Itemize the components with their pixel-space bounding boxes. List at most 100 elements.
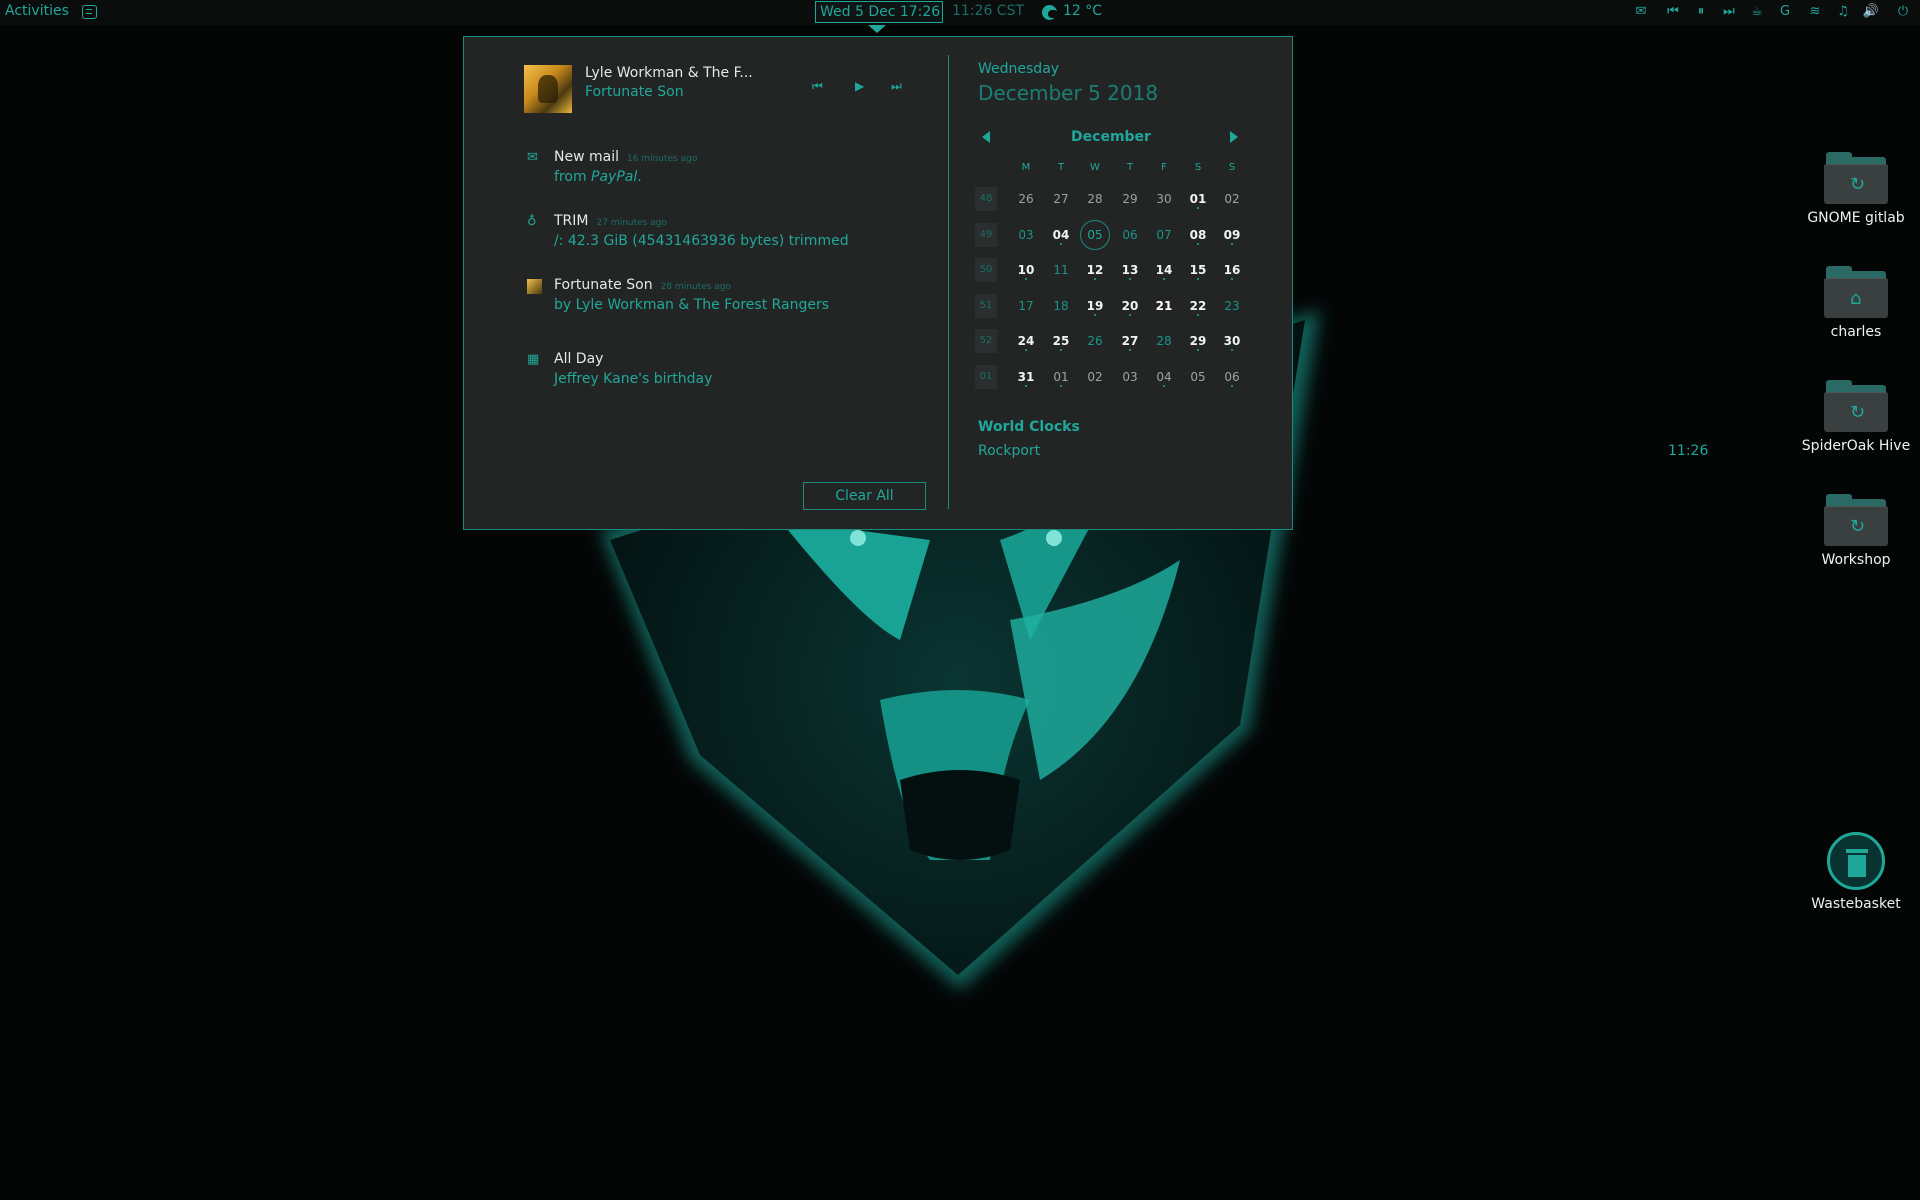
calendar-day[interactable]: 02 xyxy=(1078,360,1112,394)
world-clocks-title[interactable]: World Clocks xyxy=(978,419,1080,435)
app-menu-icon[interactable] xyxy=(82,5,97,19)
album-art-icon xyxy=(527,279,542,294)
calendar-day[interactable]: 29 xyxy=(1113,182,1147,216)
calendar-day[interactable]: 06 xyxy=(1113,218,1147,252)
calendar-day[interactable]: 17 xyxy=(1009,289,1043,323)
desktop-icon-spideroak-hive[interactable]: ↻ SpiderOak Hive xyxy=(1791,380,1920,454)
next-month-icon[interactable] xyxy=(1230,131,1238,143)
event-dot xyxy=(1231,384,1233,387)
calendar-month: December xyxy=(1071,129,1151,145)
calendar-day[interactable]: 22 xyxy=(1181,289,1215,323)
volume-icon[interactable]: 🔊 xyxy=(1862,4,1880,19)
calendar-day[interactable]: 03 xyxy=(1009,218,1043,252)
event-all-day[interactable]: ▦ All Day Jeffrey Kane's birthday xyxy=(464,351,934,399)
calendar-weekday: Wednesday xyxy=(978,61,1060,77)
calendar-day[interactable]: 08 xyxy=(1181,218,1215,252)
calendar-day-number: 23 xyxy=(1224,298,1240,313)
calendar-day[interactable]: 23 xyxy=(1215,289,1249,323)
calendar-day[interactable]: 15 xyxy=(1181,253,1215,287)
g-logo-icon[interactable]: G xyxy=(1776,4,1794,19)
calendar-day-number: 05 xyxy=(1087,227,1103,242)
calendar-day-number: 09 xyxy=(1223,227,1241,242)
desktop-icon-label: Wastebasket xyxy=(1811,896,1901,912)
next-track-button[interactable]: ⏭ xyxy=(891,79,902,94)
calendar-day[interactable]: 18 xyxy=(1044,289,1078,323)
date-time-menu[interactable]: Wed 5 Dec 17:26 xyxy=(815,1,943,23)
weather-temperature[interactable]: 12 °C xyxy=(1063,3,1102,19)
notification-new-mail[interactable]: ✉ New mail 16 minutes ago from PayPal. xyxy=(464,149,934,197)
clear-all-button[interactable]: Clear All xyxy=(803,482,926,510)
calendar-day-number: 30 xyxy=(1223,334,1241,348)
calendar-day[interactable]: 06 xyxy=(1215,360,1249,394)
desktop-icon-charles[interactable]: ⌂ charles xyxy=(1791,266,1920,340)
calendar-day[interactable]: 01 xyxy=(1044,360,1078,394)
calendar-day[interactable]: 07 xyxy=(1147,218,1181,252)
calendar-day[interactable]: 05 xyxy=(1078,218,1112,252)
notification-bell-icon[interactable]: ♫ xyxy=(1834,4,1852,19)
calendar-day-number: 31 xyxy=(1017,369,1035,384)
world-clock-city[interactable]: Rockport xyxy=(978,443,1040,459)
calendar-day[interactable]: 14 xyxy=(1147,253,1181,287)
pause-icon[interactable]: ⏸ xyxy=(1692,4,1710,19)
calendar-day[interactable]: 04 xyxy=(1044,218,1078,252)
calendar-day[interactable]: 21 xyxy=(1147,289,1181,323)
event-dot xyxy=(1197,349,1199,351)
desktop-icon-gnome-gitlab[interactable]: ↻ GNOME gitlab xyxy=(1791,152,1920,226)
event-dot xyxy=(1129,313,1131,316)
calendar-day-number: 21 xyxy=(1155,298,1173,313)
calendar-day-number: 25 xyxy=(1052,334,1070,348)
calendar-day[interactable]: 20 xyxy=(1113,289,1147,323)
calendar-day[interactable]: 03 xyxy=(1113,360,1147,394)
calendar-day[interactable]: 16 xyxy=(1215,253,1249,287)
calendar-day-number: 20 xyxy=(1121,298,1139,313)
calendar-day[interactable]: 30 xyxy=(1147,182,1181,216)
calendar-day[interactable]: 27 xyxy=(1044,182,1078,216)
calendar-day[interactable]: 02 xyxy=(1215,182,1249,216)
calendar-day[interactable]: 13 xyxy=(1113,253,1147,287)
calendar-day[interactable]: 25 xyxy=(1044,324,1078,358)
weather-cloud-icon[interactable] xyxy=(1042,5,1058,20)
previous-track-button[interactable]: ⏮ xyxy=(812,79,823,94)
desktop-icon-workshop[interactable]: ↻ Workshop xyxy=(1791,494,1920,568)
day-header: S xyxy=(1194,162,1202,173)
event-dot xyxy=(1094,278,1096,280)
calendar-day[interactable]: 11 xyxy=(1044,253,1078,287)
calendar-week-row: 51 17 18 19 20 21 22 23 xyxy=(975,289,1240,324)
coffee-cup-icon[interactable]: ☕ xyxy=(1748,4,1766,19)
skip-forward-icon[interactable]: ⏭ xyxy=(1720,4,1738,19)
calendar-day[interactable]: 28 xyxy=(1147,324,1181,358)
calendar-day[interactable]: 10 xyxy=(1009,253,1043,287)
calendar-day[interactable]: 27 xyxy=(1113,324,1147,358)
calendar-day[interactable]: 31 xyxy=(1009,360,1043,394)
calendar-day[interactable]: 24 xyxy=(1009,324,1043,358)
activities-button[interactable]: Activities xyxy=(5,3,69,19)
calendar-day-number: 01 xyxy=(1189,192,1207,206)
notification-title: Fortunate Son xyxy=(554,277,653,293)
calendar-day-number: 02 xyxy=(1224,192,1240,206)
calendar-day[interactable]: 28 xyxy=(1078,182,1112,216)
calendar-day[interactable]: 05 xyxy=(1181,360,1215,394)
calendar-day[interactable]: 30 xyxy=(1215,324,1249,358)
skip-back-icon[interactable]: ⏮ xyxy=(1664,4,1682,19)
play-button[interactable]: ▶ xyxy=(855,79,864,93)
calendar-day[interactable]: 04 xyxy=(1147,360,1181,394)
calendar-day[interactable]: 12 xyxy=(1078,253,1112,287)
power-icon[interactable]: ⏻ xyxy=(1894,4,1912,19)
previous-month-icon[interactable] xyxy=(982,131,990,143)
mail-icon[interactable]: ✉ xyxy=(1632,4,1650,19)
calendar-day[interactable]: 09 xyxy=(1215,218,1249,252)
notification-body-sender: PayPal xyxy=(591,169,638,185)
calendar-day[interactable]: 01 xyxy=(1181,182,1215,216)
calendar-date: December 5 2018 xyxy=(978,81,1159,105)
wifi-icon[interactable]: ≋ xyxy=(1806,4,1824,19)
folder-icon: ↻ xyxy=(1824,494,1888,546)
calendar-week-row: 52 24 25 26 27 28 29 30 xyxy=(975,324,1240,359)
media-artist: Lyle Workman & The F... xyxy=(585,65,753,81)
calendar-day[interactable]: 26 xyxy=(1009,182,1043,216)
notification-now-playing[interactable]: Fortunate Son 28 minutes ago by Lyle Work… xyxy=(464,277,934,325)
calendar-day[interactable]: 29 xyxy=(1181,324,1215,358)
calendar-day[interactable]: 19 xyxy=(1078,289,1112,323)
desktop-icon-wastebasket[interactable]: Wastebasket xyxy=(1791,832,1920,912)
calendar-day[interactable]: 26 xyxy=(1078,324,1112,358)
notification-trim[interactable]: ♁ TRIM 27 minutes ago /: 42.3 GiB (454314… xyxy=(464,213,934,261)
